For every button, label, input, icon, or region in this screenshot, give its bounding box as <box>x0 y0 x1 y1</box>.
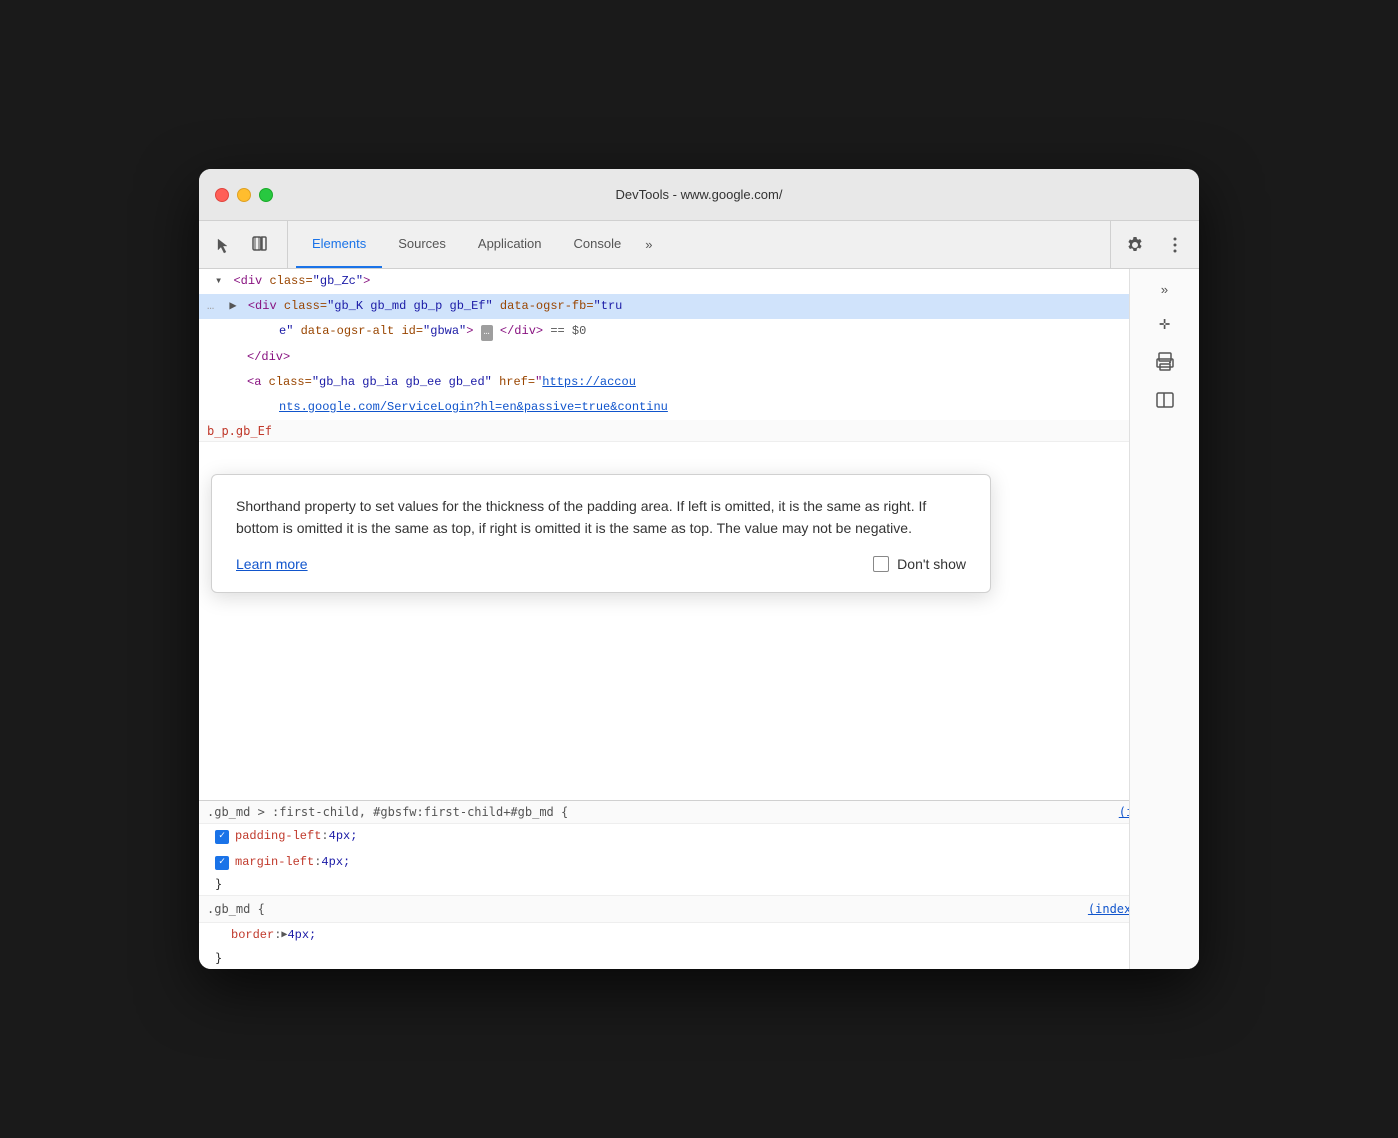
tab-console[interactable]: Console <box>558 221 638 268</box>
style-rule-padding-left: ✓ padding-left : 4px; <box>199 824 1199 850</box>
tooltip-footer: Learn more Don't show <box>236 556 966 572</box>
styles-selector-row: .gb_md > :first-child, #gbsfw:first-chil… <box>199 801 1199 824</box>
style-rule-border: border : ▶ 4px; <box>199 923 1199 949</box>
mobile-icon[interactable] <box>243 229 275 261</box>
learn-more-link[interactable]: Learn more <box>236 556 308 572</box>
triangle-right-icon[interactable]: ▶ <box>229 299 236 313</box>
devtools-toolbar: Elements Sources Application Console » <box>199 221 1199 269</box>
devtools-main: ▾ <div class="gb_Zc"> … ▶ <div class="gb… <box>199 269 1199 969</box>
titlebar: DevTools - www.google.com/ <box>199 169 1199 221</box>
dont-show-container: Don't show <box>873 556 966 572</box>
right-side-panel: » ✛ <box>1129 269 1199 969</box>
dock-left-icon[interactable] <box>1149 384 1181 416</box>
html-line-selected[interactable]: … ▶ <div class="gb_K gb_md gb_p gb_Ef" d… <box>199 294 1199 319</box>
styles-panel: .gb_md > :first-child, #gbsfw:first-chil… <box>199 800 1199 969</box>
tooltip-text: Shorthand property to set values for the… <box>236 495 966 540</box>
plus-layout-icon[interactable]: ✛ <box>1149 308 1181 340</box>
ellipsis-indicator: … <box>207 299 214 313</box>
padding-left-checkbox[interactable]: ✓ <box>215 830 229 844</box>
tab-application[interactable]: Application <box>462 221 558 268</box>
print-icon[interactable] <box>1149 346 1181 378</box>
more-tabs-button[interactable]: » <box>637 221 660 268</box>
styles-selector-text: .gb_md > :first-child, #gbsfw:first-chil… <box>207 805 568 819</box>
more-panels-button[interactable]: » <box>1155 279 1175 302</box>
html-line-url-cont: nts.google.com/ServiceLogin?hl=en&passiv… <box>199 395 1199 420</box>
toolbar-right <box>1110 221 1191 268</box>
settings-icon[interactable] <box>1119 229 1151 261</box>
closing-brace-2: } <box>199 949 1199 969</box>
html-line-anchor[interactable]: <a class="gb_ha gb_ia gb_ee gb_ed" href=… <box>199 370 1199 395</box>
traffic-lights <box>215 188 273 202</box>
html-line-continuation: e" data-ogsr-alt id="gbwa"> … </div> == … <box>199 319 1199 344</box>
cursor-icon[interactable] <box>207 229 239 261</box>
tab-elements[interactable]: Elements <box>296 221 382 268</box>
tab-sources[interactable]: Sources <box>382 221 462 268</box>
triangle-down-icon[interactable]: ▾ <box>215 274 222 288</box>
margin-left-checkbox[interactable]: ✓ <box>215 856 229 870</box>
url-link[interactable]: https://accou <box>542 375 636 389</box>
ellipsis-button[interactable]: … <box>481 325 493 341</box>
html-line[interactable]: ▾ <div class="gb_Zc"> <box>199 269 1199 294</box>
dont-show-label: Don't show <box>897 556 966 572</box>
devtools-window: DevTools - www.google.com/ Elements <box>199 169 1199 969</box>
tabs-container: Elements Sources Application Console » <box>296 221 1110 268</box>
url-link-cont[interactable]: nts.google.com/ServiceLogin?hl=en&passiv… <box>279 400 668 414</box>
html-line-close[interactable]: </div> <box>199 345 1199 370</box>
dont-show-checkbox[interactable] <box>873 556 889 572</box>
styles-selector-text-2: .gb_md { <box>207 902 265 916</box>
style-rule-margin-left: ✓ margin-left : 4px; <box>199 850 1199 876</box>
more-options-icon[interactable] <box>1159 229 1191 261</box>
close-button[interactable] <box>215 188 229 202</box>
tooltip-popup: Shorthand property to set values for the… <box>211 474 991 593</box>
toolbar-icons <box>207 221 288 268</box>
window-title: DevTools - www.google.com/ <box>616 187 783 202</box>
minimize-button[interactable] <box>237 188 251 202</box>
partial-html-line: b_p.gb_Ef ▶ » <box>199 420 1199 442</box>
closing-brace-1: } <box>199 875 1199 896</box>
maximize-button[interactable] <box>259 188 273 202</box>
styles-selector-row-2: .gb_md { (index):58 + <box>199 896 1199 923</box>
